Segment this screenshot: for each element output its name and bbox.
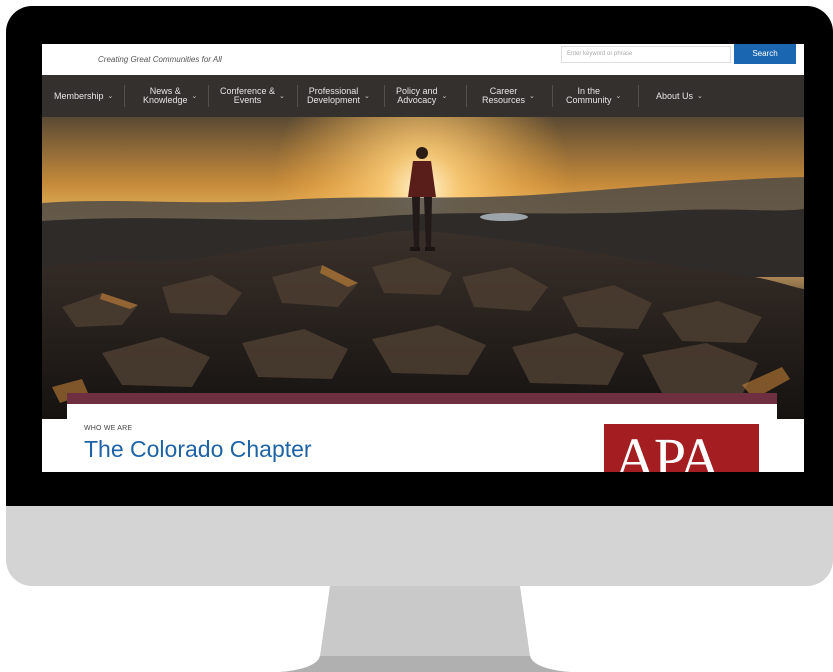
apa-logo: APA xyxy=(604,424,759,472)
apa-logo-text: APA xyxy=(614,426,721,473)
search-button[interactable]: Search xyxy=(734,44,796,64)
nav-label: Professional Development xyxy=(307,86,361,105)
nav-about-us[interactable]: About Us ⌄ xyxy=(656,75,703,117)
nav-label: Career Resources xyxy=(482,86,526,105)
chevron-down-icon: ⌄ xyxy=(697,92,703,100)
nav-label: About Us xyxy=(656,90,694,101)
chevron-down-icon: ⌄ xyxy=(191,92,198,100)
main-nav: Membership ⌄ News & Knowledge ⌄ Conferen… xyxy=(42,75,804,117)
chevron-down-icon: ⌄ xyxy=(279,92,285,100)
monitor-stand xyxy=(280,586,570,672)
nav-label: News & Knowledge xyxy=(143,86,188,105)
monitor-chin xyxy=(6,506,833,586)
nav-label: In the Community xyxy=(566,86,612,105)
nav-divider xyxy=(638,85,639,107)
nav-news-knowledge[interactable]: News & Knowledge ⌄ xyxy=(143,75,197,117)
section-eyebrow: WHO WE ARE xyxy=(84,425,133,432)
nav-label: Membership xyxy=(54,90,104,101)
site-tagline: Creating Great Communities for All xyxy=(98,55,222,64)
hero-image xyxy=(42,117,804,419)
nav-divider xyxy=(466,85,467,107)
intro-card: WHO WE ARE The Colorado Chapter APA xyxy=(67,404,777,472)
card-accent-band xyxy=(67,393,777,404)
nav-professional-development[interactable]: Professional Development ⌄ xyxy=(307,75,370,117)
chevron-down-icon: ⌄ xyxy=(107,92,114,100)
nav-divider xyxy=(552,85,553,107)
site-header: Creating Great Communities for All Enter… xyxy=(42,44,804,75)
nav-divider xyxy=(384,85,385,107)
nav-divider xyxy=(124,85,125,107)
search-input[interactable]: Enter keyword or phrase xyxy=(561,46,731,63)
chevron-down-icon: ⌄ xyxy=(441,92,448,100)
nav-conference-events[interactable]: Conference & Events ⌄ xyxy=(220,75,285,117)
website-screen: Creating Great Communities for All Enter… xyxy=(42,44,804,472)
nav-label: Conference & Events xyxy=(220,86,276,105)
nav-membership[interactable]: Membership ⌄ xyxy=(54,75,113,117)
chevron-down-icon: ⌄ xyxy=(364,92,370,100)
chevron-down-icon: ⌄ xyxy=(529,92,535,100)
nav-divider xyxy=(208,85,209,107)
chevron-down-icon: ⌄ xyxy=(615,92,622,100)
nav-label: Policy and Advocacy xyxy=(396,86,438,105)
page-title: The Colorado Chapter xyxy=(84,436,312,462)
nav-divider xyxy=(297,85,298,107)
nav-career-resources[interactable]: Career Resources ⌄ xyxy=(482,75,535,117)
nav-policy-advocacy[interactable]: Policy and Advocacy ⌄ xyxy=(396,75,447,117)
nav-in-the-community[interactable]: In the Community ⌄ xyxy=(566,75,621,117)
